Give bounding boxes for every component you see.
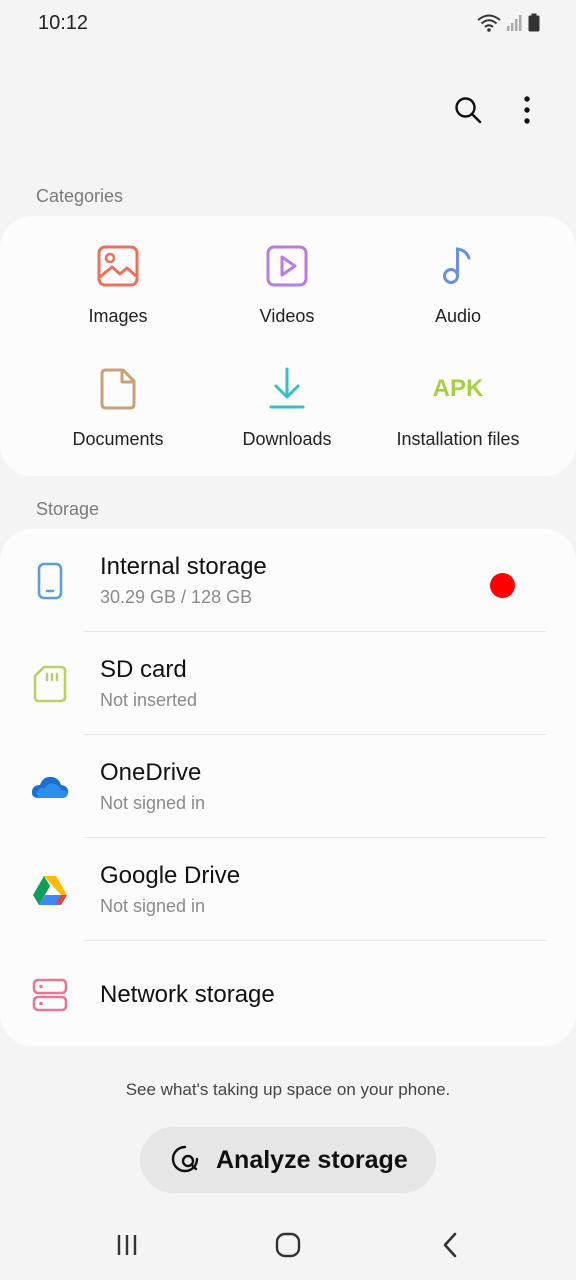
storage-title: Storage <box>36 499 100 519</box>
storage-item-title: OneDrive <box>100 759 202 786</box>
category-label: Documents <box>72 429 164 449</box>
category-documents[interactable]: Documents <box>28 361 208 450</box>
storage-item-onedrive[interactable]: OneDrive Not signed in <box>0 735 576 838</box>
storage-hint: See what's taking up space on your phone… <box>125 1080 451 1099</box>
back-button[interactable] <box>428 1230 472 1260</box>
search-icon <box>455 97 482 124</box>
storage-item-title: Network storage <box>100 981 275 1008</box>
image-icon <box>97 245 139 287</box>
sd-card-icon <box>33 665 67 703</box>
categories-card: Images Videos Audio Documents Downloads … <box>0 216 576 476</box>
storage-item-title: SD card <box>100 656 187 683</box>
wifi-icon <box>477 14 501 32</box>
status-bar: 10:12 <box>0 0 576 48</box>
signal-icon <box>507 15 522 31</box>
category-label: Downloads <box>242 429 332 449</box>
document-icon <box>100 368 136 410</box>
storage-card: Internal storage 30.29 GB / 128 GB SD ca… <box>0 529 576 1046</box>
category-label: Installation files <box>396 429 520 449</box>
recents-icon <box>117 1235 137 1255</box>
category-downloads[interactable]: Downloads <box>197 361 377 450</box>
storage-item-subtitle: Not signed in <box>100 896 206 916</box>
category-label: Videos <box>259 306 315 326</box>
battery-icon <box>528 13 540 32</box>
status-icons <box>476 13 540 33</box>
apk-icon: APK <box>432 375 484 402</box>
storage-item-internal[interactable]: Internal storage 30.29 GB / 128 GB <box>0 529 576 632</box>
recents-button[interactable] <box>105 1230 149 1260</box>
category-label: Images <box>88 306 148 326</box>
phone-icon <box>37 562 63 600</box>
category-images[interactable]: Images <box>28 238 208 327</box>
onedrive-icon <box>31 776 69 798</box>
storage-item-sd-card[interactable]: SD card Not inserted <box>0 632 576 735</box>
analyze-storage-button[interactable]: Analyze storage <box>140 1127 436 1193</box>
analyze-storage-icon <box>171 1145 199 1173</box>
category-label: Audio <box>434 306 482 326</box>
category-videos[interactable]: Videos <box>197 238 377 327</box>
music-note-icon <box>443 247 471 284</box>
network-storage-icon <box>32 978 68 1012</box>
storage-item-title: Internal storage <box>100 553 267 580</box>
video-icon <box>266 245 308 287</box>
category-installation-files[interactable]: APK Installation files <box>368 361 548 450</box>
storage-item-network[interactable]: Network storage <box>0 941 576 1044</box>
home-button[interactable] <box>266 1230 310 1260</box>
storage-item-title: Google Drive <box>100 862 241 889</box>
status-time: 10:12 <box>38 12 89 34</box>
more-options-button[interactable] <box>507 90 547 130</box>
back-icon <box>443 1232 457 1258</box>
storage-item-subtitle: 30.29 GB / 128 GB <box>100 587 253 607</box>
category-audio[interactable]: Audio <box>368 238 548 327</box>
storage-item-subtitle: Not signed in <box>100 793 206 813</box>
more-vertical-icon <box>524 96 530 124</box>
categories-title: Categories <box>36 186 124 206</box>
touch-indicator-dot <box>490 573 515 598</box>
search-button[interactable] <box>448 90 488 130</box>
download-icon <box>269 367 305 409</box>
home-icon <box>275 1232 301 1258</box>
navigation-bar <box>0 1212 576 1280</box>
storage-item-google-drive[interactable]: Google Drive Not signed in <box>0 838 576 941</box>
google-drive-icon <box>33 876 67 905</box>
storage-item-subtitle: Not inserted <box>100 690 198 710</box>
analyze-storage-label: Analyze storage <box>216 1145 408 1174</box>
